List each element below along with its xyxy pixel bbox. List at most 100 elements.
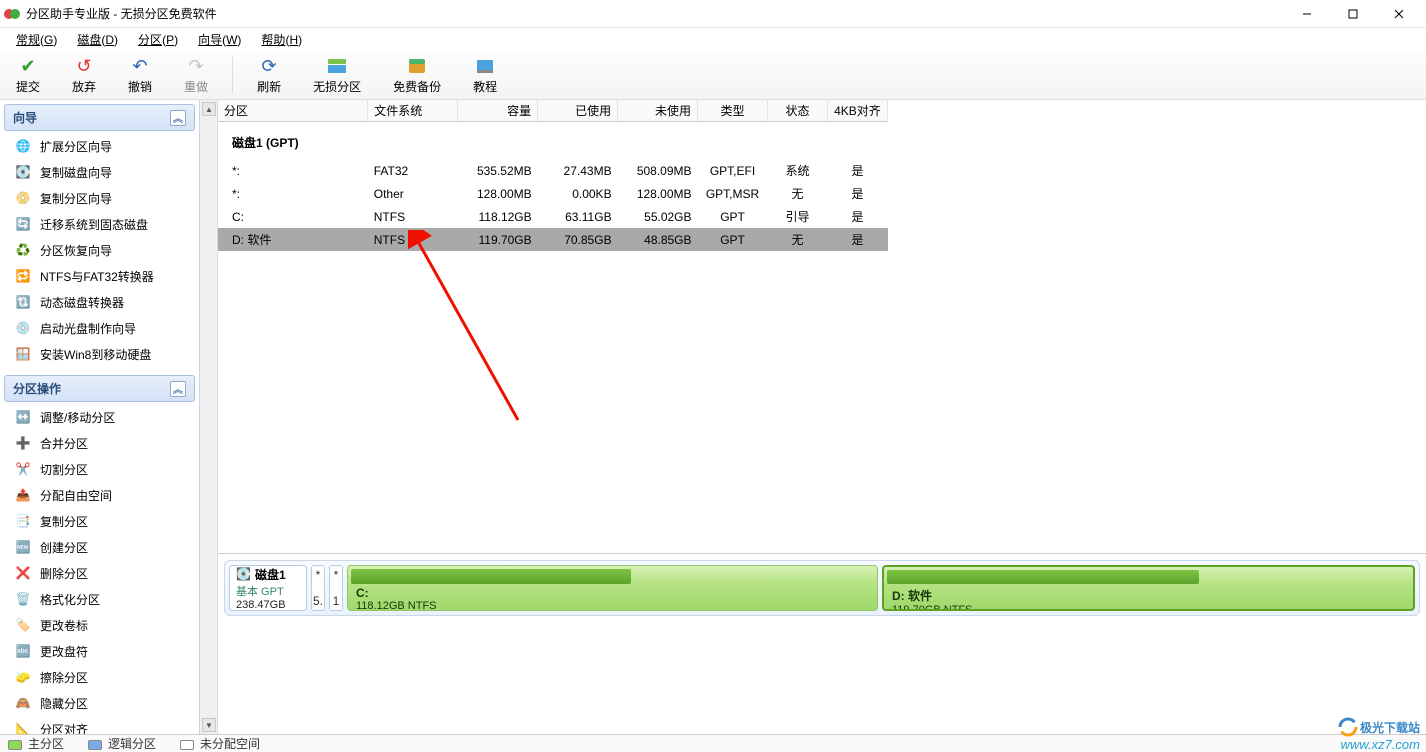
check-icon: ✔ <box>16 54 40 78</box>
wizard-item[interactable]: 🪟安装Win8到移动硬盘 <box>4 341 195 367</box>
wizard-icon: 🔃 <box>14 293 32 311</box>
scroll-down-icon[interactable]: ▼ <box>202 718 216 732</box>
partition-c-box[interactable]: C: 118.12GB NTFS <box>347 565 878 611</box>
col-capacity[interactable]: 容量 <box>458 100 538 122</box>
wizard-item[interactable]: 🔁NTFS与FAT32转换器 <box>4 263 195 289</box>
ops-item-label: 合并分区 <box>40 435 88 452</box>
wizard-item[interactable]: ♻️ 分区恢复向导 <box>4 237 195 263</box>
disk-info-box[interactable]: 💽磁盘1 基本 GPT 238.47GB <box>229 565 307 611</box>
ops-panel-header[interactable]: 分区操作 ︽ <box>4 375 195 402</box>
undo-button[interactable]: ↶撤销 <box>120 52 160 97</box>
col-status[interactable]: 状态 <box>768 100 828 122</box>
discard-icon: ↺ <box>72 54 96 78</box>
ops-icon: 📤 <box>14 486 32 504</box>
col-used[interactable]: 已使用 <box>538 100 618 122</box>
disk-header-row[interactable]: 磁盘1 (GPT) <box>218 122 888 160</box>
table-row[interactable]: C:NTFS118.12GB63.11GB55.02GBGPT引导是 <box>218 205 888 228</box>
backup-icon <box>405 54 429 78</box>
ops-item[interactable]: 🔤更改盘符 <box>4 638 195 664</box>
wizard-icon: 🌐 <box>14 137 32 155</box>
partition-table[interactable]: 分区 文件系统 容量 已使用 未使用 类型 状态 4KB对齐 磁盘1 (GPT)… <box>218 100 888 251</box>
wizard-item[interactable]: 📀 复制分区向导 <box>4 185 195 211</box>
wizard-icon: 🪟 <box>14 345 32 363</box>
menu-wizard[interactable]: 向导(W) <box>188 29 251 50</box>
col-filesystem[interactable]: 文件系统 <box>368 100 458 122</box>
wizard-item[interactable]: 💿启动光盘制作向导 <box>4 315 195 341</box>
ops-icon: ❌ <box>14 564 32 582</box>
ops-item[interactable]: 📐 分区对齐 <box>4 716 195 734</box>
disk-map[interactable]: 💽磁盘1 基本 GPT 238.47GB *5. *1 C: 118.12GB … <box>224 560 1420 616</box>
statusbar: 主分区 逻辑分区 未分配空间 <box>0 734 1426 752</box>
redo-button[interactable]: ↷重做 <box>176 52 216 97</box>
close-button[interactable] <box>1376 0 1422 28</box>
wizard-item-label: 复制分区向导 <box>40 190 112 207</box>
small-partition-2[interactable]: *1 <box>329 565 343 611</box>
ops-item[interactable]: 🙈隐藏分区 <box>4 690 195 716</box>
wizard-item-label: 分区恢复向导 <box>40 242 112 259</box>
ops-icon: 🧽 <box>14 668 32 686</box>
ops-item[interactable]: 🏷️更改卷标 <box>4 612 195 638</box>
menu-general[interactable]: 常规(G) <box>6 29 67 50</box>
ops-item[interactable]: 🧽擦除分区 <box>4 664 195 690</box>
scroll-up-icon[interactable]: ▲ <box>202 102 216 116</box>
legend-primary: 主分区 <box>8 735 64 752</box>
collapse-icon[interactable]: ︽ <box>170 110 186 126</box>
ops-item[interactable]: 📑复制分区 <box>4 508 195 534</box>
menu-help[interactable]: 帮助(H) <box>251 29 312 50</box>
ops-item-label: 删除分区 <box>40 565 88 582</box>
ops-item[interactable]: ↔️调整/移动分区 <box>4 404 195 430</box>
ops-item[interactable]: ✂️切割分区 <box>4 456 195 482</box>
col-partition[interactable]: 分区 <box>218 100 368 122</box>
ops-item-label: 更改卷标 <box>40 617 88 634</box>
lossless-button[interactable]: 无损分区 <box>305 52 369 97</box>
redo-icon: ↷ <box>184 54 208 78</box>
menu-disk[interactable]: 磁盘(D) <box>67 29 128 50</box>
table-row[interactable]: D: 软件NTFS119.70GB70.85GB48.85GBGPT无是 <box>218 228 888 251</box>
refresh-button[interactable]: ⟳刷新 <box>249 52 289 97</box>
maximize-button[interactable] <box>1330 0 1376 28</box>
ops-icon: ➕ <box>14 434 32 452</box>
ops-item[interactable]: 🗑️格式化分区 <box>4 586 195 612</box>
wizard-icon: 🔄 <box>14 215 32 233</box>
tutorial-button[interactable]: 教程 <box>465 52 505 97</box>
small-partition-1[interactable]: *5. <box>311 565 325 611</box>
collapse-icon[interactable]: ︽ <box>170 381 186 397</box>
apply-button[interactable]: ✔提交 <box>8 52 48 97</box>
ops-icon: 📐 <box>14 720 32 734</box>
wizard-item[interactable]: 🔃动态磁盘转换器 <box>4 289 195 315</box>
annotation-arrow <box>408 230 538 430</box>
wizard-icon: ♻️ <box>14 241 32 259</box>
wizard-panel-header[interactable]: 向导 ︽ <box>4 104 195 131</box>
menu-partition[interactable]: 分区(P) <box>128 29 188 50</box>
wizard-item[interactable]: 🔄 迁移系统到固态磁盘 <box>4 211 195 237</box>
discard-button[interactable]: ↺放弃 <box>64 52 104 97</box>
table-row[interactable]: *:FAT32535.52MB27.43MB508.09MBGPT,EFI系统是 <box>218 159 888 182</box>
legend-unalloc: 未分配空间 <box>180 735 260 752</box>
col-align[interactable]: 4KB对齐 <box>827 100 887 122</box>
backup-button[interactable]: 免费备份 <box>385 52 449 97</box>
wizard-item[interactable]: 💽复制磁盘向导 <box>4 159 195 185</box>
table-row[interactable]: *:Other128.00MB0.00KB128.00MBGPT,MSR无是 <box>218 182 888 205</box>
wizard-icon: 💿 <box>14 319 32 337</box>
ops-item[interactable]: 📤分配自由空间 <box>4 482 195 508</box>
wizard-item-label: 扩展分区向导 <box>40 138 112 155</box>
ops-item-label: 更改盘符 <box>40 643 88 660</box>
wizard-item-label: NTFS与FAT32转换器 <box>40 268 154 285</box>
minimize-button[interactable] <box>1284 0 1330 28</box>
ops-item[interactable]: ❌ 删除分区 <box>4 560 195 586</box>
ops-item[interactable]: ➕ 合并分区 <box>4 430 195 456</box>
ops-item[interactable]: 🆕创建分区 <box>4 534 195 560</box>
ops-item-label: 创建分区 <box>40 539 88 556</box>
wizard-item-label: 复制磁盘向导 <box>40 164 112 181</box>
ops-icon: 🙈 <box>14 694 32 712</box>
ops-item-label: 切割分区 <box>40 461 88 478</box>
ops-item-label: 分区对齐 <box>40 721 88 735</box>
sidebar-scrollbar[interactable]: ▲ ▼ <box>200 100 218 734</box>
wizard-icon: 📀 <box>14 189 32 207</box>
wizard-item[interactable]: 🌐 扩展分区向导 <box>4 133 195 159</box>
wizard-item-label: 迁移系统到固态磁盘 <box>40 216 148 233</box>
partition-d-box[interactable]: D: 软件 119.70GB NTFS <box>882 565 1415 611</box>
col-type[interactable]: 类型 <box>698 100 768 122</box>
col-unused[interactable]: 未使用 <box>618 100 698 122</box>
toolbar-separator <box>232 57 233 93</box>
